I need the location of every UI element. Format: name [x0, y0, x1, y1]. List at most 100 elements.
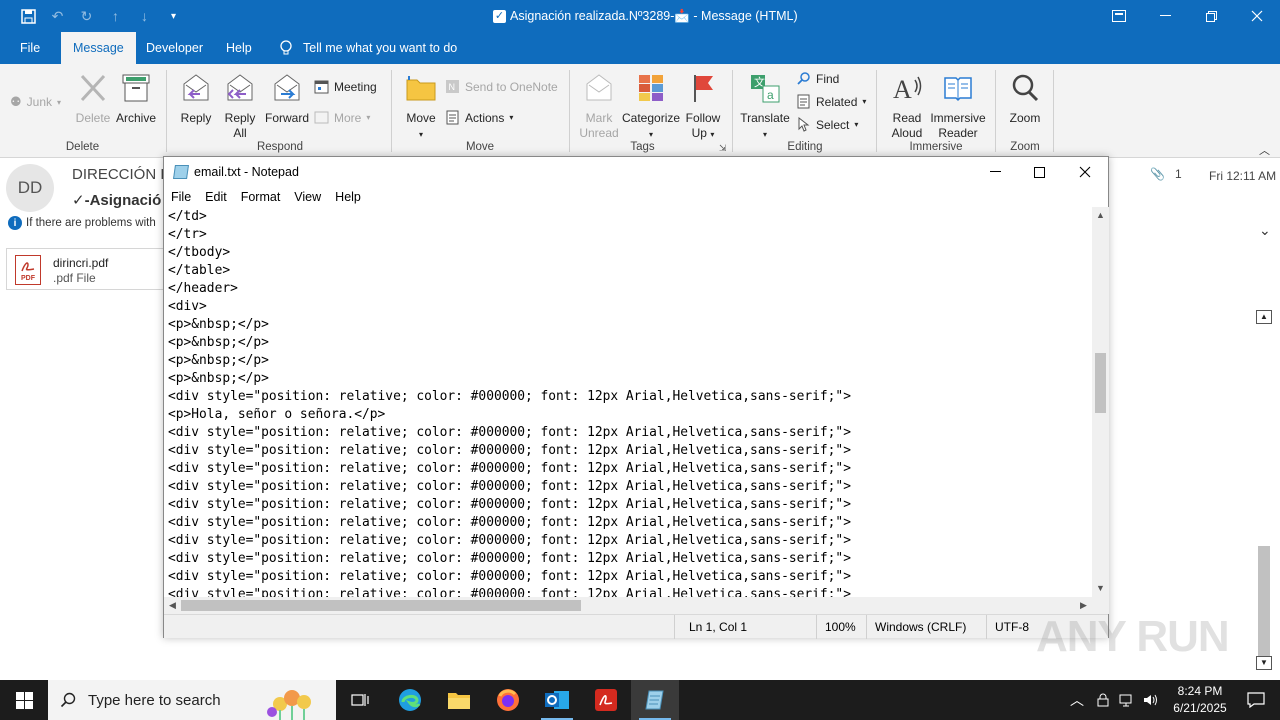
menu-edit[interactable]: Edit — [198, 187, 234, 207]
related-button[interactable]: Related ▾ — [796, 94, 866, 109]
follow-up-button[interactable]: Follow Up ▾ — [682, 72, 724, 142]
send-to-onenote-button[interactable]: N Send to OneNote — [445, 79, 558, 94]
immersive-label-2: Reader — [938, 126, 978, 140]
folder-icon — [448, 693, 470, 709]
taskbar-acrobat[interactable] — [582, 680, 630, 720]
notepad-icon — [173, 165, 189, 179]
actions-button[interactable]: Actions ▾ — [445, 110, 513, 125]
restore-button[interactable] — [1188, 0, 1234, 32]
ribbon-separator — [166, 70, 167, 152]
redo-icon[interactable]: ↻ — [72, 6, 101, 26]
taskbar-firefox[interactable] — [484, 680, 532, 720]
taskbar-search-box[interactable]: Type here to search — [48, 680, 336, 720]
scroll-up-icon[interactable]: ▲ — [1092, 207, 1109, 224]
taskbar-file-explorer[interactable] — [435, 680, 483, 720]
delete-button[interactable]: Delete — [74, 72, 112, 126]
text-line: <div style="position: relative; color: #… — [168, 443, 851, 458]
taskbar-outlook[interactable] — [533, 680, 581, 720]
notepad-vertical-scrollbar[interactable]: ▲ ▼ — [1092, 207, 1109, 597]
read-aloud-button[interactable]: A Read Aloud — [886, 72, 928, 141]
notepad-horizontal-scrollbar[interactable]: ◀ ▶ — [164, 597, 1092, 614]
menu-help[interactable]: Help — [328, 187, 368, 207]
more-respond-button[interactable]: More ▾ — [314, 110, 370, 125]
find-label: Find — [816, 71, 840, 86]
clock-time: 8:24 PM — [1177, 684, 1223, 698]
taskbar-edge[interactable] — [386, 680, 434, 720]
customize-qat-icon[interactable]: ▾ — [159, 6, 188, 26]
send-to-onenote-label: Send to OneNote — [465, 79, 558, 94]
tab-message[interactable]: Message — [61, 32, 136, 64]
zoom-button[interactable]: Zoom — [1004, 72, 1046, 126]
notepad-maximize-button[interactable] — [1016, 157, 1062, 187]
network-button[interactable] — [1096, 680, 1110, 720]
next-item-icon[interactable]: ↓ — [130, 6, 159, 26]
scroll-down-icon[interactable]: ▼ — [1092, 580, 1109, 597]
text-line: <div style="position: relative; color: #… — [168, 461, 851, 476]
chevron-up-icon: ︿ — [1070, 692, 1084, 708]
meeting-button[interactable]: Meeting — [314, 79, 377, 94]
categorize-button[interactable]: Categorize ▾ — [622, 72, 680, 142]
network-status-button[interactable] — [1119, 680, 1135, 720]
menu-view[interactable]: View — [287, 187, 328, 207]
reply-button[interactable]: Reply — [175, 72, 217, 126]
quick-access-toolbar: ↶ ↻ ↑ ↓ ▾ — [14, 6, 188, 26]
select-button[interactable]: Select ▾ — [796, 117, 858, 132]
avatar[interactable]: DD — [6, 164, 54, 212]
find-button[interactable]: Find — [796, 71, 839, 86]
scrollbar-thumb[interactable] — [1095, 353, 1106, 413]
show-hidden-icons-button[interactable]: ︿ — [1070, 680, 1084, 720]
close-button[interactable] — [1234, 0, 1280, 32]
notepad-icon — [645, 690, 664, 710]
minimize-button[interactable] — [1142, 0, 1188, 32]
notepad-close-button[interactable] — [1062, 157, 1108, 187]
save-icon[interactable] — [14, 6, 43, 26]
notepad-title: email.txt - Notepad — [194, 165, 299, 179]
network-icon — [1119, 694, 1132, 707]
undo-icon[interactable]: ↶ — [43, 6, 72, 26]
tab-help[interactable]: Help — [226, 32, 252, 64]
junk-button[interactable]: ⚉ Junk ▾ — [10, 94, 61, 110]
archive-button[interactable]: Archive — [114, 72, 158, 126]
forward-button[interactable]: Forward — [263, 72, 311, 126]
scrollbar-thumb[interactable] — [181, 600, 581, 611]
scroll-left-icon[interactable]: ◀ — [164, 597, 181, 614]
notepad-minimize-button[interactable] — [972, 157, 1018, 187]
notification-center-button[interactable] — [1232, 680, 1280, 720]
menu-file[interactable]: File — [164, 187, 198, 207]
move-label: Move — [406, 111, 436, 125]
ribbon: ⚉ Junk ▾ Delete Archive Delete Reply Rep… — [0, 64, 1280, 158]
task-view-button[interactable] — [336, 680, 384, 720]
tab-file[interactable]: File — [20, 32, 40, 64]
scroll-down-icon[interactable]: ▼ — [1256, 656, 1272, 670]
ribbon-display-options-button[interactable] — [1096, 0, 1142, 32]
menu-format[interactable]: Format — [234, 187, 288, 207]
sender-name[interactable]: DIRECCIÓN D — [72, 166, 171, 183]
tell-me-search[interactable]: Tell me what you want to do — [279, 32, 457, 64]
window-title-text: Asignación realizada.Nº3289-📩 - Message … — [510, 9, 798, 23]
attachment-card[interactable]: PDF dirincri.pdf .pdf File — [6, 248, 176, 290]
taskbar-notepad[interactable] — [631, 680, 679, 720]
taskbar-clock[interactable]: 8:24 PM 6/21/2025 — [1160, 683, 1240, 717]
expand-header-icon[interactable]: ⌄ — [1259, 222, 1271, 239]
chevron-down-icon: ▾ — [854, 120, 859, 129]
lightbulb-icon — [280, 40, 292, 55]
notepad-text-area[interactable]: </td> </tr> </tbody> </table> </header> <div>… — [164, 207, 1092, 597]
info-bar[interactable]: i If there are problems with — [8, 216, 156, 230]
message-scrollbar[interactable]: ▲ ▼ — [1256, 310, 1272, 670]
translate-button[interactable]: 文a Translate ▾ — [740, 72, 790, 142]
collapse-ribbon-icon[interactable]: ︿ — [1259, 142, 1270, 158]
svg-text:A: A — [893, 75, 912, 104]
reply-all-button[interactable]: Reply All — [219, 72, 261, 141]
status-position: Ln 1, Col 1 — [689, 620, 748, 634]
scroll-up-icon[interactable]: ▲ — [1256, 310, 1272, 324]
previous-item-icon[interactable]: ↑ — [101, 6, 130, 26]
start-button[interactable] — [0, 680, 48, 720]
search-icon — [60, 692, 76, 708]
tab-developer[interactable]: Developer — [146, 32, 203, 64]
immersive-reader-button[interactable]: Immersive Reader — [928, 72, 988, 141]
move-button[interactable]: Move ▾ — [402, 72, 440, 142]
volume-button[interactable] — [1143, 680, 1159, 720]
scrollbar-thumb[interactable] — [1258, 546, 1270, 656]
mark-unread-button[interactable]: Mark Unread — [578, 72, 620, 141]
dialog-launcher-icon[interactable]: ⇲ — [719, 143, 727, 154]
